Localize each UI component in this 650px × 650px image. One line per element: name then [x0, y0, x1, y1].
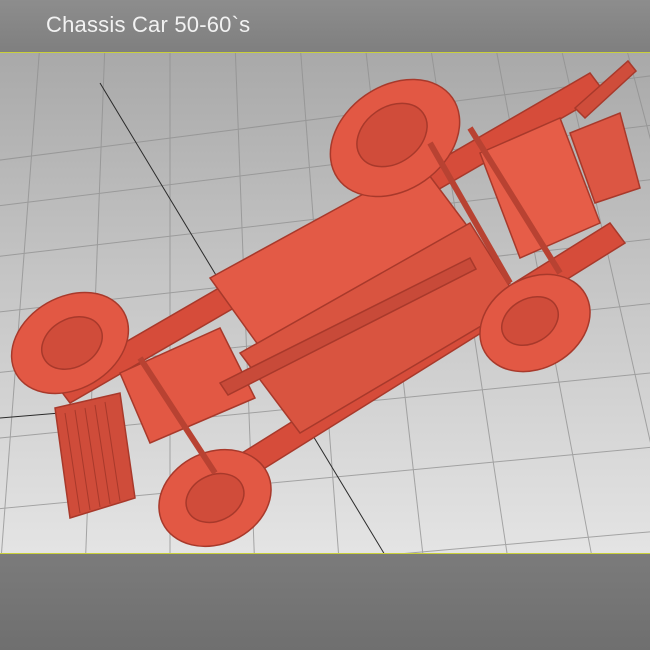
page-title: Chassis Car 50-60`s — [46, 12, 251, 37]
3d-viewport[interactable] — [0, 53, 650, 554]
title-bar: Chassis Car 50-60`s — [0, 0, 650, 53]
viewport-canvas — [0, 53, 650, 553]
bottom-bar — [0, 554, 650, 650]
